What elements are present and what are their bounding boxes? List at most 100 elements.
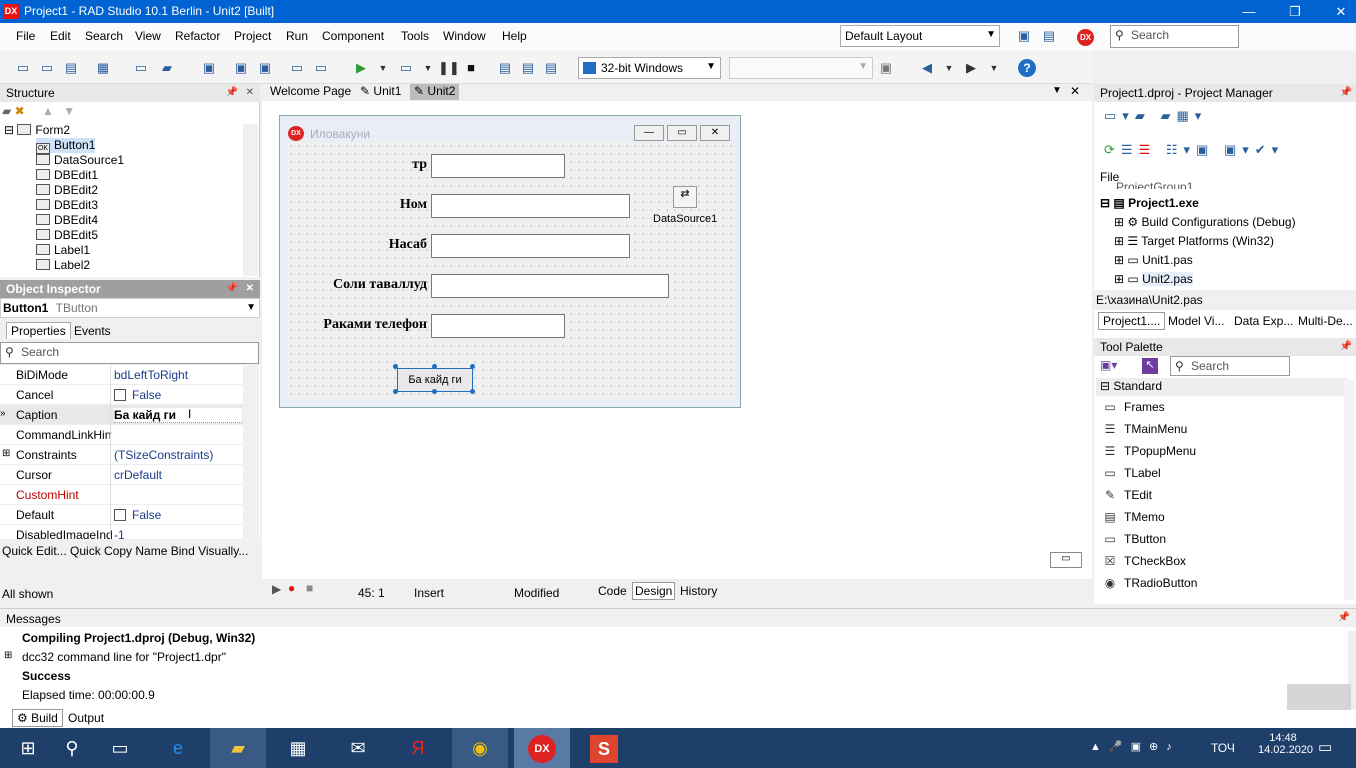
- message-success[interactable]: Success: [22, 669, 71, 683]
- tree-item-form2[interactable]: ⊟ Form2: [4, 123, 70, 138]
- tree-item-dbedit3[interactable]: DBEdit3: [36, 198, 98, 213]
- record-macro-icon[interactable]: ●: [288, 581, 295, 595]
- debug-desktop-icon[interactable]: ▤: [1040, 27, 1058, 45]
- prop-row-constraints[interactable]: ⊞ Constraints (TSizeConstraints): [0, 445, 243, 465]
- label-nasab[interactable]: Насаб: [287, 237, 427, 253]
- save-icon[interactable]: ▣: [200, 59, 218, 77]
- tab-properties[interactable]: Properties: [6, 322, 71, 339]
- check-icon[interactable]: ✔▾: [1255, 142, 1284, 157]
- form-preview-icon[interactable]: ▭: [1050, 552, 1082, 568]
- restore-button[interactable]: ❐: [1272, 0, 1318, 23]
- label-tr[interactable]: тр: [287, 157, 427, 173]
- tab-unit2[interactable]: ✎ Unit2: [410, 84, 460, 100]
- pin-icon[interactable]: 📌: [1338, 612, 1350, 623]
- tree-item-dbedit5[interactable]: DBEdit5: [36, 228, 98, 243]
- open-folder-icon[interactable]: ▰: [1160, 108, 1176, 123]
- message-elapsed[interactable]: Elapsed time: 00:00:00.9: [22, 688, 155, 702]
- configuration-select[interactable]: ▼: [729, 57, 873, 79]
- dbedit3[interactable]: [431, 234, 630, 258]
- prop-row-commandlinkhint[interactable]: CommandLinkHint: [0, 425, 243, 445]
- prop-row-bidimode[interactable]: BiDiMode bdLeftToRight: [0, 365, 243, 385]
- palette-item-tmainmenu[interactable]: ☰ TMainMenu: [1102, 422, 1188, 444]
- selection-handle[interactable]: [470, 389, 475, 394]
- dbedit2[interactable]: [431, 194, 630, 218]
- layout-select[interactable]: Default Layout ▼: [840, 25, 1000, 47]
- menu-edit[interactable]: Edit: [50, 29, 71, 43]
- play-macro-icon[interactable]: ▶: [272, 582, 281, 596]
- expand-icon[interactable]: ⊞: [4, 650, 12, 661]
- menu-view[interactable]: View: [135, 29, 161, 43]
- close-icon[interactable]: ✕: [246, 283, 254, 294]
- tab-code[interactable]: Code: [598, 584, 627, 598]
- new-icon[interactable]: ▭: [14, 59, 32, 77]
- minimize-button[interactable]: —: [1226, 0, 1272, 23]
- selection-handle[interactable]: [432, 389, 437, 394]
- checkbox[interactable]: [114, 389, 126, 401]
- pin-icon[interactable]: 📌: [226, 87, 238, 98]
- selection-handle[interactable]: [432, 364, 437, 369]
- edge-icon[interactable]: e: [150, 728, 206, 768]
- dx-icon[interactable]: DX: [1077, 29, 1094, 46]
- view-icon[interactable]: ▦▾: [1176, 108, 1207, 123]
- pin-icon[interactable]: 📌: [226, 283, 238, 294]
- run-dropdown-icon[interactable]: ▼: [374, 59, 392, 77]
- network-icon[interactable]: ▣: [1131, 741, 1149, 753]
- run-to-cursor-icon[interactable]: ▤: [542, 59, 560, 77]
- step-over-icon[interactable]: ▤: [519, 59, 537, 77]
- add-folder-icon[interactable]: ▰: [1135, 108, 1151, 123]
- oi-search-input[interactable]: ⚲ Search: [0, 342, 259, 364]
- folder-icon[interactable]: ▰: [2, 104, 11, 118]
- app-s-icon[interactable]: S: [576, 728, 632, 768]
- trace-into-icon[interactable]: ▤: [496, 59, 514, 77]
- build-icon[interactable]: ▣: [1196, 142, 1214, 157]
- tree-item-label2[interactable]: Label2: [36, 258, 90, 273]
- menu-tools[interactable]: Tools: [401, 29, 429, 43]
- palette-categories-icon[interactable]: ▣▾: [1100, 358, 1117, 372]
- refresh-icon[interactable]: ▣: [877, 59, 895, 77]
- stop-icon[interactable]: ■: [462, 59, 480, 77]
- tab-project[interactable]: Project1....: [1098, 312, 1166, 330]
- tab-unit1[interactable]: ✎ Unit1: [356, 84, 405, 100]
- chrome-icon[interactable]: ◉: [452, 728, 508, 768]
- palette-item-tlabel[interactable]: ▭ TLabel: [1102, 466, 1160, 488]
- palette-item-frames[interactable]: ▭ Frames: [1102, 400, 1164, 422]
- microphone-icon[interactable]: 🎤: [1109, 741, 1131, 753]
- pointer-icon[interactable]: ↖: [1142, 358, 1158, 374]
- ide-search-input[interactable]: ⚲ Search: [1110, 25, 1239, 48]
- language-icon[interactable]: ⊕: [1149, 741, 1166, 753]
- input-language[interactable]: ТОЧ: [1211, 741, 1235, 755]
- sort-icon[interactable]: ☷▾: [1166, 142, 1196, 157]
- tree-item-button1[interactable]: OK Button1: [36, 138, 96, 154]
- back-icon[interactable]: ◀: [918, 59, 936, 77]
- menu-refactor[interactable]: Refactor: [175, 29, 220, 43]
- delete-icon[interactable]: ✖: [15, 104, 25, 118]
- prop-row-default[interactable]: Default False: [0, 505, 243, 525]
- chevron-up-icon[interactable]: ▲: [1090, 741, 1109, 753]
- message-compiling[interactable]: Compiling Project1.dproj (Debug, Win32): [22, 631, 255, 645]
- stop-macro-icon[interactable]: ■: [306, 581, 313, 595]
- dbedit5[interactable]: [431, 314, 565, 338]
- pm-project-exe[interactable]: ⊟ ▤ Project1.exe: [1100, 196, 1199, 214]
- tab-design[interactable]: Design: [632, 582, 676, 600]
- move-up-icon[interactable]: ▲: [42, 104, 54, 118]
- open-file-icon[interactable]: ▰: [158, 59, 176, 77]
- run-without-debug-icon[interactable]: ▭: [397, 59, 415, 77]
- dbedit4[interactable]: [431, 274, 669, 298]
- palette-item-tradiobutton[interactable]: ◉ TRadioButton: [1102, 576, 1198, 598]
- menu-search[interactable]: Search: [85, 29, 123, 43]
- yandex-icon[interactable]: Я: [390, 728, 446, 768]
- pm-build-configurations[interactable]: ⊞ ⚙ Build Configurations (Debug): [1114, 215, 1296, 233]
- prop-row-customhint[interactable]: CustomHint: [0, 485, 243, 505]
- prop-row-cursor[interactable]: Cursor crDefault: [0, 465, 243, 485]
- selection-handle[interactable]: [393, 389, 398, 394]
- tree-item-dbedit4[interactable]: DBEdit4: [36, 213, 98, 228]
- datasource-icon[interactable]: ⇄: [673, 186, 697, 208]
- run-icon[interactable]: ▶: [352, 59, 370, 77]
- menu-run[interactable]: Run: [286, 29, 308, 43]
- move-down-icon[interactable]: ▼: [63, 104, 75, 118]
- tab-welcome-page[interactable]: Welcome Page: [266, 84, 355, 100]
- add-file-icon[interactable]: ▭: [288, 59, 306, 77]
- label-birth-year[interactable]: Соли таваллуд: [287, 277, 427, 293]
- new-items-icon[interactable]: ▭: [38, 59, 56, 77]
- file-explorer-icon[interactable]: ▰: [210, 728, 266, 768]
